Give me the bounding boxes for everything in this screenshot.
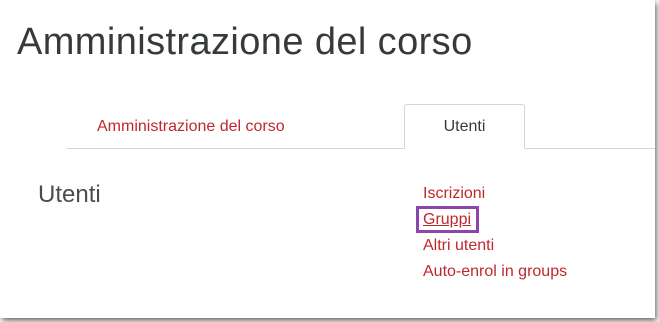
section-heading-users: Utenti bbox=[38, 181, 101, 208]
list-item: Auto-enrol in groups bbox=[423, 259, 567, 285]
link-other-users[interactable]: Altri utenti bbox=[423, 237, 494, 254]
course-administration-panel: Amministrazione del corso Amministrazion… bbox=[0, 0, 655, 318]
list-item: Iscrizioni bbox=[423, 181, 567, 207]
list-item: Gruppi bbox=[415, 206, 567, 233]
link-groups[interactable]: Gruppi bbox=[415, 206, 480, 233]
tab-course-administration[interactable]: Amministrazione del corso bbox=[97, 105, 285, 149]
list-item: Altri utenti bbox=[423, 233, 567, 259]
link-auto-enrol-in-groups[interactable]: Auto-enrol in groups bbox=[423, 263, 567, 280]
tab-users[interactable]: Utenti bbox=[404, 104, 525, 149]
page-title: Amministrazione del corso bbox=[17, 21, 473, 63]
link-enrolments[interactable]: Iscrizioni bbox=[423, 185, 485, 202]
users-links-list: Iscrizioni Gruppi Altri utenti Auto-enro… bbox=[415, 181, 567, 285]
